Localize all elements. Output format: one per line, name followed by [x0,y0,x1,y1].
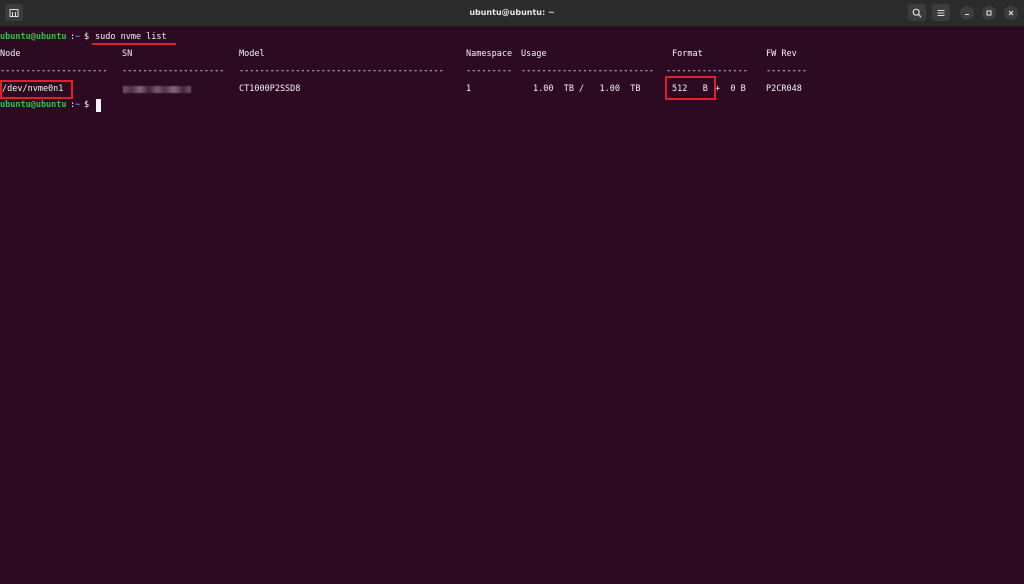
menu-button[interactable] [932,4,950,21]
minimize-button[interactable] [960,6,974,20]
close-button[interactable] [1004,6,1018,20]
minimize-icon [965,14,969,15]
header-usage: Usage [521,49,547,59]
window-title: ubuntu@ubuntu: ~ [469,8,555,17]
text-cursor [96,99,101,112]
header-sn: SN [122,49,133,59]
format-highlight-annotation [665,76,716,100]
table-separator: --------------------- ------------------… [0,66,807,76]
row-fw-rev: P2CR048 [766,84,802,94]
redacted-serial-number [123,86,191,93]
header-format: Format [672,49,703,59]
maximize-icon [986,10,992,16]
search-button[interactable] [908,4,926,21]
prompt-line: ubuntu@ubuntu : ~ $ [0,99,1024,112]
header-node: Node [0,49,21,59]
command-text: sudo nvme list [95,32,167,42]
table-row: /dev/nvme0n1 CT1000P2SSD8 1 1.00 TB / 1.… [0,83,1024,95]
row-format-metadata: + 0 B [715,84,746,94]
terminal-window: ubuntu@ubuntu: ~ ubuntu@ubuntu: ~ $ sud… [0,0,1024,584]
prompt-path: ~ [75,32,81,42]
prompt-user: ubuntu@ubuntu [0,32,67,42]
node-highlight-annotation [0,80,73,99]
search-icon [912,8,922,17]
command-underline-annotation [92,43,176,45]
title-bar: ubuntu@ubuntu: ~ [0,0,1024,27]
header-fw-rev: FW Rev [766,49,797,59]
prompt-sign: $ [84,32,90,42]
row-model: CT1000P2SSD8 [239,84,301,94]
maximize-button[interactable] [982,6,996,20]
close-icon [1008,10,1014,16]
header-model: Model [239,49,265,59]
command-line: ubuntu@ubuntu : ~ $ sudo nvme list [0,32,167,42]
row-namespace: 1 [466,84,472,94]
terminal-output[interactable]: ubuntu@ubuntu : ~ $ sudo nvme list Node … [0,27,1024,584]
table-header: Node SN Model Namespace Usage Format FW … [0,48,1024,60]
hamburger-menu-icon [937,9,945,16]
row-usage: 1.00 TB / 1.00 TB [533,84,641,94]
header-namespace: Namespace [466,49,513,59]
